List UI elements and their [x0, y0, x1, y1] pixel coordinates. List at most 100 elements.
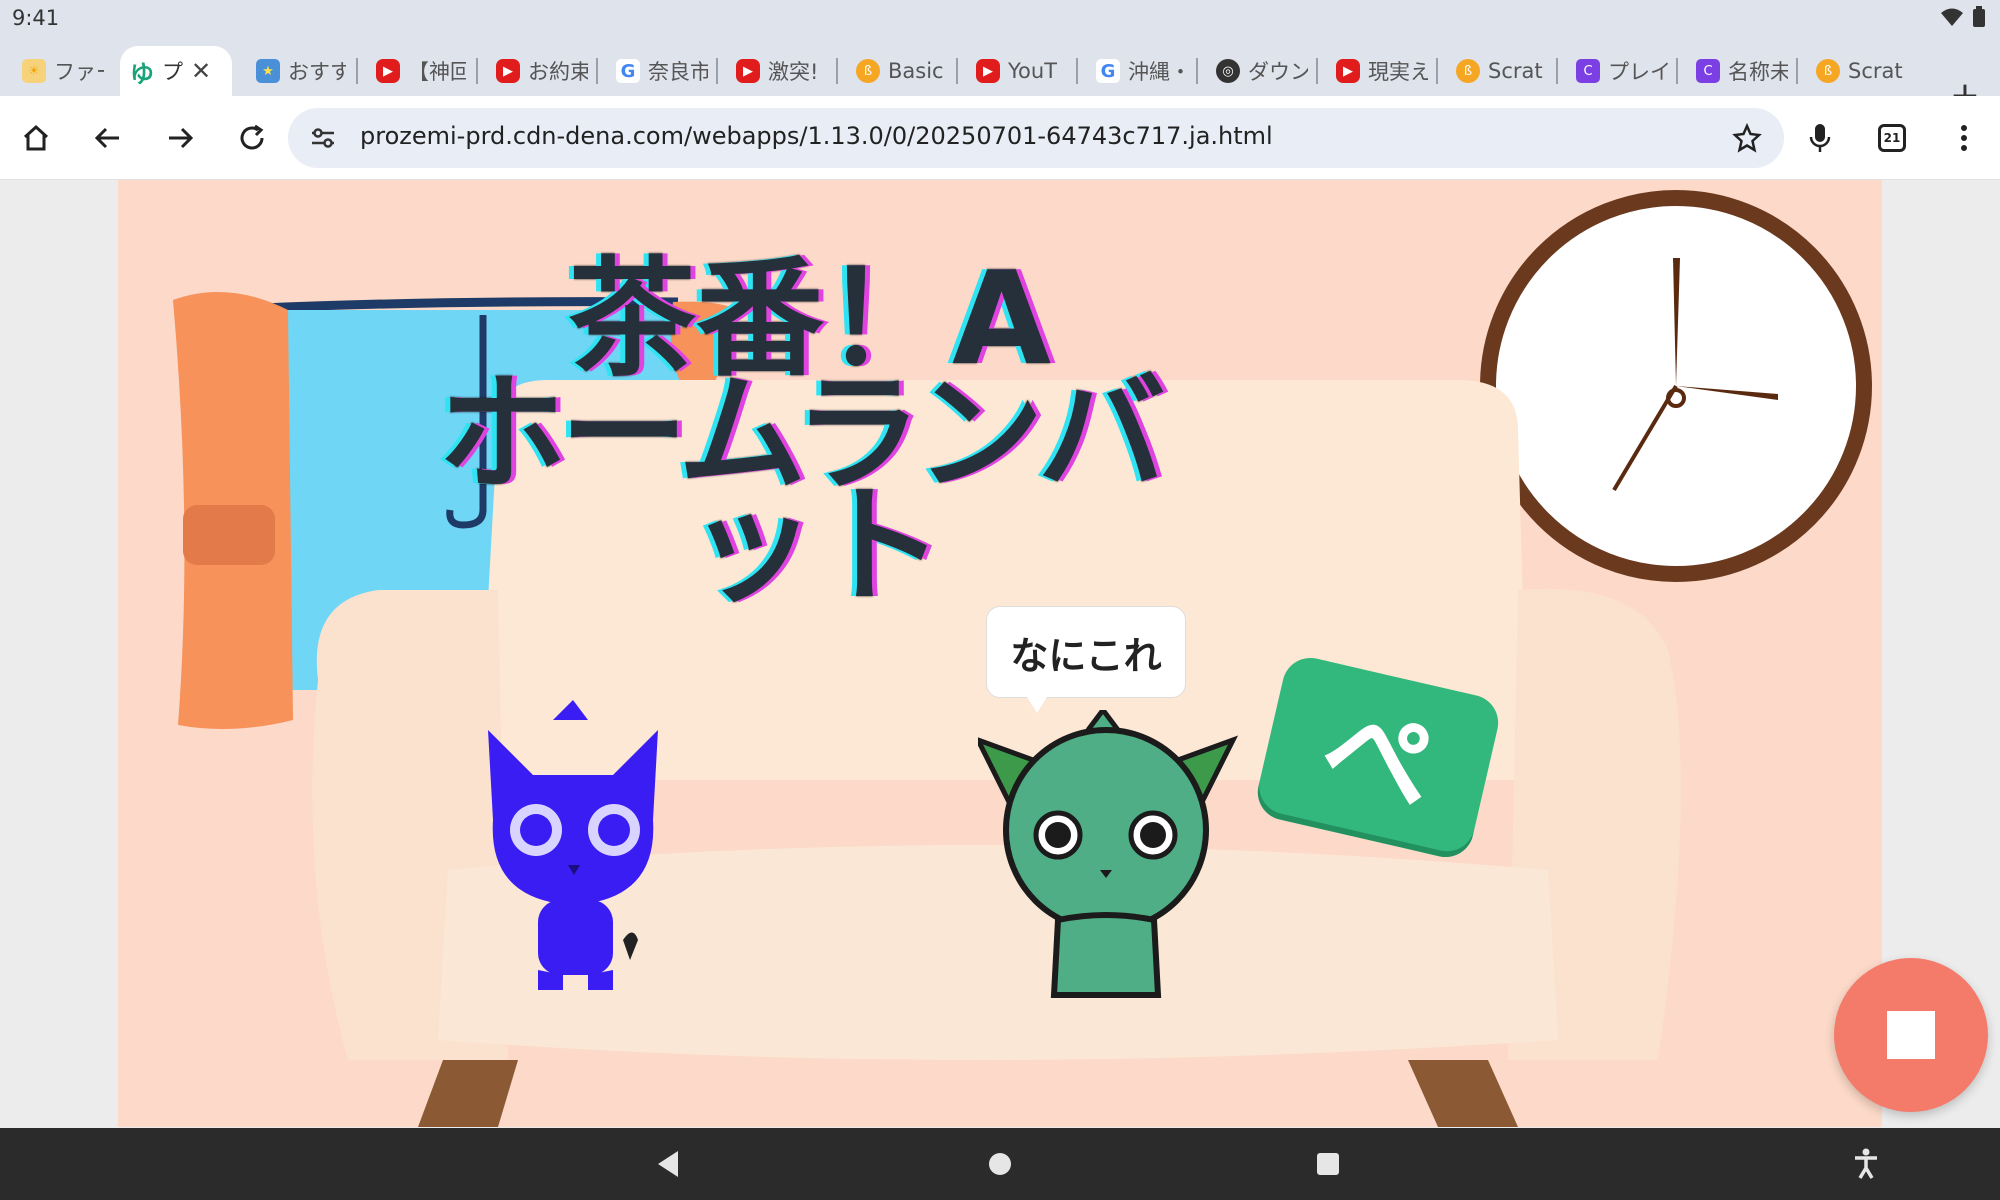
tab-item[interactable]: ▶ 【神回 [376, 46, 466, 96]
nav-home-button[interactable] [982, 1146, 1018, 1182]
home-button[interactable] [12, 114, 60, 162]
tab-divider [1076, 58, 1078, 84]
tab-divider [596, 58, 598, 84]
youtube-icon: ▶ [976, 59, 1000, 83]
star-icon: ★ [256, 59, 280, 83]
tab-divider [956, 58, 958, 84]
site-settings-icon[interactable] [310, 126, 336, 150]
system-nav-bar [0, 1128, 2000, 1200]
tab-item[interactable]: ▶ 現実え [1336, 46, 1428, 96]
close-tab-icon[interactable]: ✕ [191, 57, 211, 85]
game-title-line-3: ット [688, 472, 945, 621]
tab-divider [1556, 58, 1558, 84]
stop-icon [1887, 1011, 1935, 1059]
tab-label: 現実え [1368, 60, 1428, 84]
prozemi-icon: ゆ [130, 59, 154, 88]
blue-character-sprite[interactable] [458, 700, 688, 990]
more-menu-button[interactable] [1940, 114, 1988, 162]
browser-toolbar: prozemi-prd.cdn-dena.com/webapps/1.13.0/… [0, 96, 2000, 180]
url-text[interactable]: prozemi-prd.cdn-dena.com/webapps/1.13.0/… [360, 122, 1273, 150]
sun-icon: ☀ [22, 59, 46, 83]
tab-label: YouT [1008, 59, 1058, 83]
forward-button[interactable] [156, 114, 204, 162]
tab-label: 激突! [768, 60, 819, 84]
reload-button[interactable] [228, 114, 276, 162]
forward-arrow-icon [169, 127, 194, 149]
tab-label: 名称未 [1728, 60, 1788, 84]
tab-item[interactable]: ▶ YouT [976, 46, 1068, 96]
tab-label: 【神回 [408, 60, 466, 84]
system-icons [1940, 6, 1986, 28]
tab-item[interactable]: C 名称未 [1696, 46, 1788, 96]
tab-item[interactable]: ß Basic [856, 46, 948, 96]
speech-bubble: なにこれ [986, 606, 1186, 713]
tab-count-icon: 21 [1878, 124, 1906, 152]
stop-button[interactable] [1834, 958, 1988, 1112]
home-icon [989, 1153, 1011, 1175]
tab-item[interactable]: G 奈良市 [616, 46, 708, 96]
tab-item[interactable]: ◎ ダウン [1216, 46, 1308, 96]
tab-item[interactable]: ▶ 激突! [736, 46, 828, 96]
youtube-icon: ▶ [496, 59, 520, 83]
tab-label: プレイ [1608, 60, 1668, 84]
wifi-icon [1941, 8, 1963, 26]
home-icon [23, 124, 49, 151]
bookmark-star-icon[interactable] [1732, 123, 1762, 153]
address-bar[interactable]: prozemi-prd.cdn-dena.com/webapps/1.13.0/… [288, 108, 1784, 168]
scratch-icon: ß [1816, 59, 1840, 83]
tab-item[interactable]: C プレイ [1576, 46, 1668, 96]
youtube-icon: ▶ [736, 59, 760, 83]
tab-item[interactable]: ★ おすす [256, 46, 346, 96]
tab-label: ファー [54, 60, 104, 84]
tab-item[interactable]: ▶ お約束 [496, 46, 588, 96]
nav-recents-button[interactable] [1310, 1146, 1346, 1182]
scratch-icon: ß [1456, 59, 1480, 83]
pe-sign-text: ぺ [1310, 682, 1446, 833]
tab-label: 沖縄・ [1128, 60, 1188, 84]
youtube-icon: ▶ [1336, 59, 1360, 83]
tab-divider [356, 58, 358, 84]
tab-active-prozemi[interactable]: ゆ プ ✕ [120, 46, 232, 96]
tab-strip: ☀ ファー ゆ プ ✕ ★ おすす ▶ 【神回 ▶ お約束 G 奈良市 ▶ 激突… [0, 36, 2000, 114]
status-time: 9:41 [12, 6, 60, 30]
tab-item[interactable]: G 沖縄・ [1096, 46, 1188, 96]
back-icon [658, 1151, 678, 1177]
scratch-icon: ß [856, 59, 880, 83]
tab-label: 奈良市 [648, 60, 708, 84]
tab-divider [1796, 58, 1798, 84]
tab-label: Basic [888, 59, 944, 83]
reload-icon [240, 124, 264, 150]
microphone-icon [1809, 124, 1831, 152]
tab-divider [836, 58, 838, 84]
back-button[interactable] [84, 114, 132, 162]
nav-accessibility-button[interactable] [1848, 1146, 1884, 1182]
google-icon: G [1096, 59, 1120, 83]
tab-count: 21 [1883, 131, 1901, 145]
voice-search-button[interactable] [1796, 114, 1844, 162]
tab-divider [476, 58, 478, 84]
tab-label: プ [162, 60, 183, 84]
nav-back-button[interactable] [650, 1146, 686, 1182]
tab-divider [716, 58, 718, 84]
more-vert-icon [1961, 125, 1967, 151]
green-character-sprite[interactable] [978, 710, 1238, 1000]
back-arrow-icon [94, 127, 119, 149]
canva-icon: C [1696, 59, 1720, 83]
tab-divider [1316, 58, 1318, 84]
tab-divider [1196, 58, 1198, 84]
accessibility-icon [1855, 1148, 1877, 1179]
tab-switcher-button[interactable]: 21 [1868, 114, 1916, 162]
tab-item[interactable]: ß Scrat [1816, 46, 1908, 96]
tab-divider [1676, 58, 1678, 84]
chrome-icon: ◎ [1216, 59, 1240, 83]
tab-item[interactable]: ☀ ファー [22, 46, 104, 96]
status-bar: 9:41 [0, 0, 2000, 36]
tab-label: ダウン [1248, 60, 1308, 84]
tab-label: Scrat [1488, 59, 1543, 83]
game-stage[interactable]: 茶番！A ホームランバ ット なにこれ ぺ [118, 180, 1882, 1127]
google-icon: G [616, 59, 640, 83]
tab-item[interactable]: ß Scrat [1456, 46, 1548, 96]
tab-label: Scrat [1848, 59, 1903, 83]
youtube-icon: ▶ [376, 59, 400, 83]
battery-icon [1973, 6, 1985, 27]
